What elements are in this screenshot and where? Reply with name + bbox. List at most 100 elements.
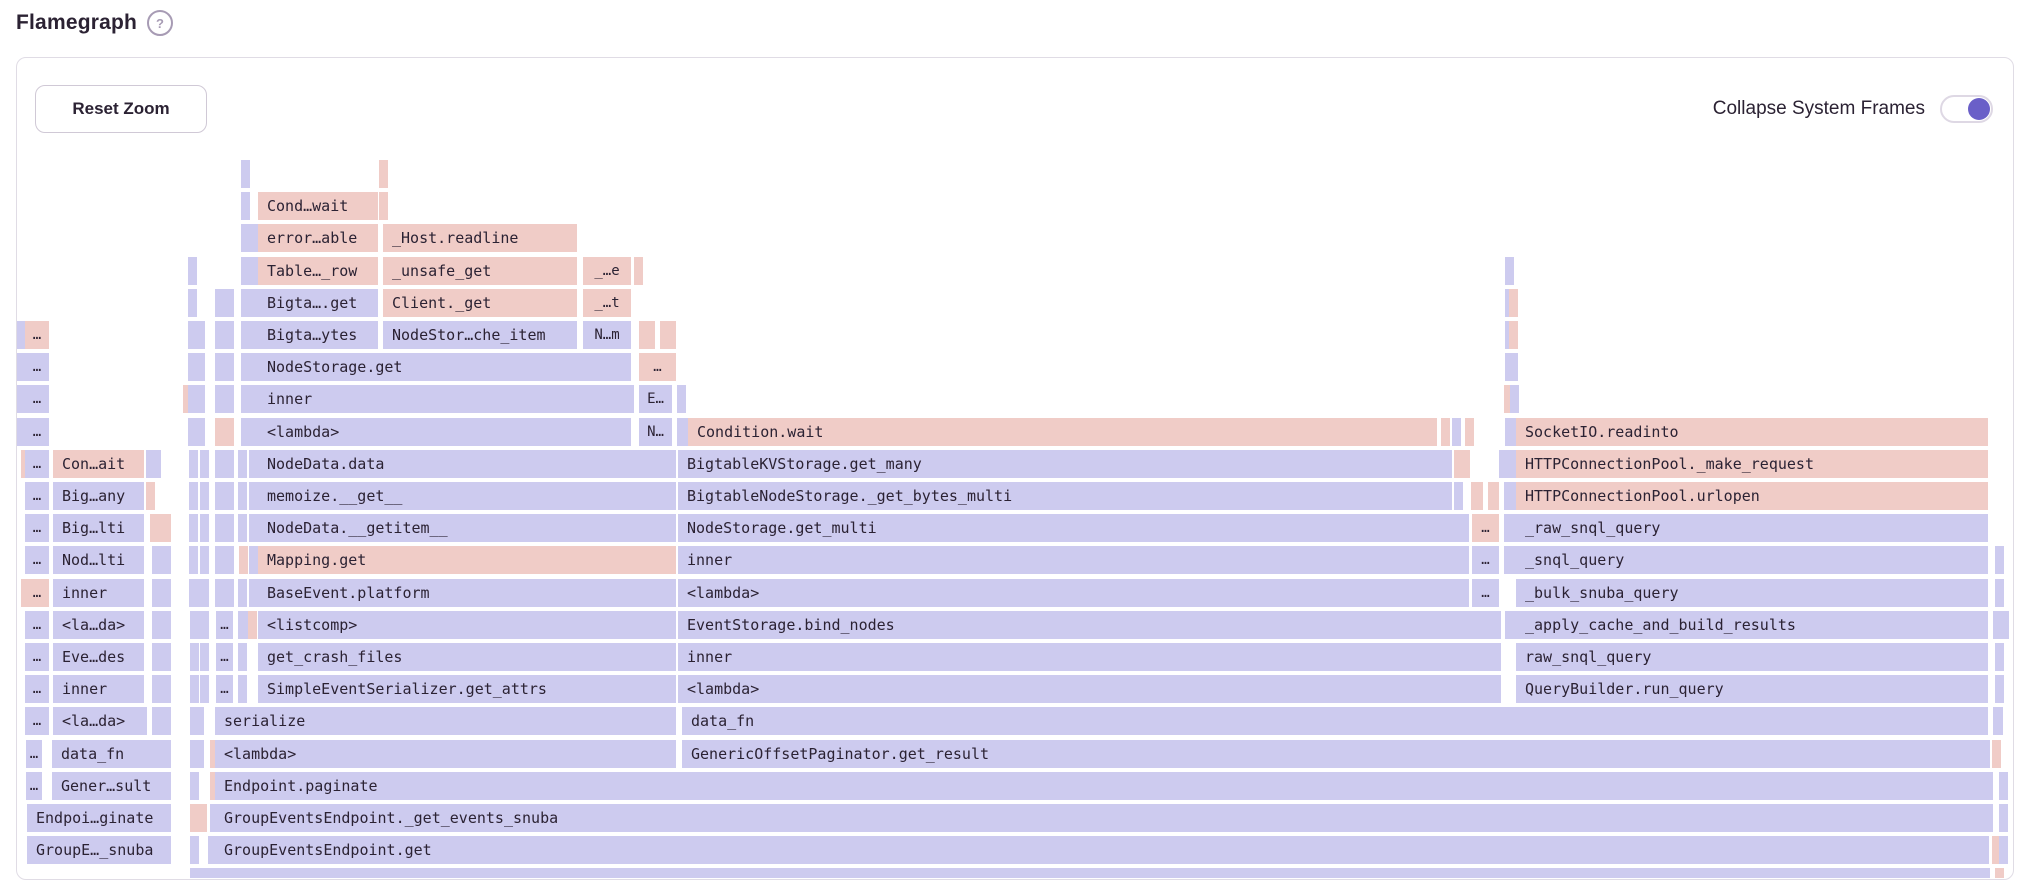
flamegraph-frame[interactable] <box>238 675 247 703</box>
flamegraph-frame[interactable] <box>196 418 205 446</box>
flamegraph-frame[interactable]: … <box>1472 579 1499 607</box>
flamegraph-frame[interactable]: _…t <box>583 289 631 317</box>
flamegraph-frame[interactable] <box>190 772 199 800</box>
flamegraph-frame[interactable]: _unsafe_get <box>383 257 577 285</box>
flamegraph-frame[interactable] <box>152 707 171 735</box>
flamegraph-frame[interactable] <box>200 579 209 607</box>
flamegraph-frame[interactable] <box>1454 482 1463 510</box>
flamegraph-frame[interactable] <box>215 579 234 607</box>
flamegraph-frame[interactable]: E… <box>639 385 672 413</box>
flamegraph-frame[interactable]: NodeData.data <box>258 450 676 478</box>
flamegraph-frame[interactable] <box>238 514 247 542</box>
flamegraph-frame[interactable] <box>152 546 171 574</box>
flamegraph-frame[interactable]: GroupE…_snuba <box>27 836 171 864</box>
flamegraph-frame[interactable] <box>1995 868 2004 878</box>
flamegraph-frame[interactable] <box>249 482 258 510</box>
flamegraph-frame[interactable] <box>152 579 171 607</box>
flamegraph-frame[interactable] <box>196 385 205 413</box>
flamegraph-frame[interactable] <box>238 450 247 478</box>
flamegraph-frame[interactable] <box>196 353 205 381</box>
flamegraph-frame[interactable]: _bulk_snuba_query <box>1516 579 1988 607</box>
flamegraph-frame[interactable] <box>677 385 686 413</box>
flamegraph-frame[interactable]: inner <box>258 385 634 413</box>
flamegraph-frame[interactable] <box>200 482 209 510</box>
flamegraph-frame[interactable]: … <box>216 643 233 671</box>
flamegraph-frame[interactable] <box>189 546 198 574</box>
flamegraph-frame[interactable]: Bigta…ytes <box>258 321 378 349</box>
flamegraph-frame[interactable] <box>241 418 250 446</box>
flamegraph-frame[interactable]: HTTPConnectionPool._make_request <box>1516 450 1988 478</box>
flamegraph-frame[interactable]: <listcomp> <box>258 611 676 639</box>
flamegraph-frame[interactable] <box>1995 675 2004 703</box>
flamegraph-frame[interactable] <box>238 579 247 607</box>
flamegraph-frame[interactable] <box>188 257 197 285</box>
flamegraph-frame[interactable] <box>1509 353 1518 381</box>
flamegraph-frame[interactable]: NodeStorage.get <box>258 353 631 381</box>
flamegraph-frame[interactable]: GenericOffsetPaginator.get_result <box>682 740 1990 768</box>
flamegraph-frame[interactable] <box>215 450 234 478</box>
flamegraph-frame[interactable] <box>189 450 198 478</box>
flamegraph-frame[interactable] <box>1992 740 2001 768</box>
flamegraph-frame[interactable]: Condition.wait <box>688 418 1437 446</box>
flamegraph-frame[interactable]: … <box>25 418 49 446</box>
flamegraph-frame[interactable]: BigtableKVStorage.get_many <box>678 450 1452 478</box>
flamegraph-frame[interactable] <box>215 353 234 381</box>
flamegraph-frame[interactable]: … <box>26 772 42 800</box>
flamegraph-frame[interactable] <box>1999 804 2008 832</box>
flamegraph-frame[interactable] <box>238 643 247 671</box>
flamegraph-frame[interactable] <box>150 514 171 542</box>
flamegraph-frame[interactable] <box>196 321 205 349</box>
flamegraph-frame[interactable] <box>195 707 204 735</box>
flamegraph-frame[interactable]: … <box>25 385 49 413</box>
flamegraph-frame[interactable] <box>200 450 209 478</box>
flamegraph-frame[interactable]: <la…da> <box>53 707 147 735</box>
flamegraph-frame[interactable] <box>241 353 250 381</box>
flamegraph-frame[interactable]: NodeStor…che_item <box>383 321 577 349</box>
flamegraph-frame[interactable]: … <box>25 353 49 381</box>
flamegraph-frame[interactable] <box>195 740 204 768</box>
flamegraph-frame[interactable] <box>1465 418 1474 446</box>
flamegraph-frame[interactable] <box>215 418 234 446</box>
flamegraph-frame[interactable] <box>189 482 198 510</box>
flamegraph-frame[interactable]: SocketIO.readinto <box>1516 418 1988 446</box>
flamegraph-frame[interactable] <box>248 611 257 639</box>
flamegraph-frame[interactable] <box>190 643 199 671</box>
flamegraph-frame[interactable] <box>190 836 199 864</box>
flamegraph-frame[interactable]: … <box>639 353 676 381</box>
flamegraph-frame[interactable] <box>215 482 234 510</box>
flamegraph-frame[interactable] <box>190 804 207 832</box>
flamegraph-frame[interactable]: Big…any <box>53 482 144 510</box>
flamegraph-frame[interactable] <box>152 643 171 671</box>
flamegraph-frame[interactable]: … <box>216 611 233 639</box>
flamegraph-frame[interactable]: data_fn <box>52 740 171 768</box>
flamegraph-frame[interactable] <box>1471 482 1483 510</box>
flamegraph-frame[interactable] <box>1999 836 2008 864</box>
flamegraph-frame[interactable] <box>241 321 250 349</box>
flamegraph-frame[interactable] <box>152 675 171 703</box>
flamegraph-frame[interactable]: N… <box>639 418 672 446</box>
flamegraph-frame[interactable] <box>1995 643 2004 671</box>
flamegraph-frame[interactable] <box>1509 321 1518 349</box>
flamegraph-frame[interactable]: … <box>216 675 233 703</box>
flamegraph-frame[interactable] <box>188 289 197 317</box>
flamegraph-frame[interactable]: NodeData.__getitem__ <box>258 514 676 542</box>
flamegraph-frame[interactable] <box>215 514 234 542</box>
flamegraph-frame[interactable] <box>241 257 250 285</box>
flamegraph-frame[interactable] <box>241 224 250 252</box>
flamegraph-frame[interactable] <box>639 321 655 349</box>
flamegraph-frame[interactable]: error…able <box>258 224 378 252</box>
flamegraph-frame[interactable]: Endpoint.paginate <box>215 772 1993 800</box>
flamegraph-frame[interactable] <box>239 546 248 574</box>
flamegraph-frame[interactable] <box>249 546 258 574</box>
flamegraph-frame[interactable] <box>1510 385 1519 413</box>
flamegraph-frame[interactable]: _apply_cache_and_build_results <box>1516 611 1988 639</box>
flamegraph-frame[interactable]: _…e <box>583 257 631 285</box>
flamegraph-frame[interactable] <box>1999 772 2008 800</box>
flamegraph-frame[interactable] <box>660 321 676 349</box>
flamegraph-frame[interactable]: Nod…lti <box>53 546 144 574</box>
flamegraph-frame[interactable]: Con…ait <box>53 450 144 478</box>
flamegraph-frame[interactable]: Big…lti <box>53 514 144 542</box>
flamegraph-frame[interactable] <box>1452 418 1461 446</box>
flamegraph-frame[interactable]: <lambda> <box>258 418 631 446</box>
flamegraph-frame[interactable]: GroupEventsEndpoint._get_events_snuba <box>215 804 1993 832</box>
